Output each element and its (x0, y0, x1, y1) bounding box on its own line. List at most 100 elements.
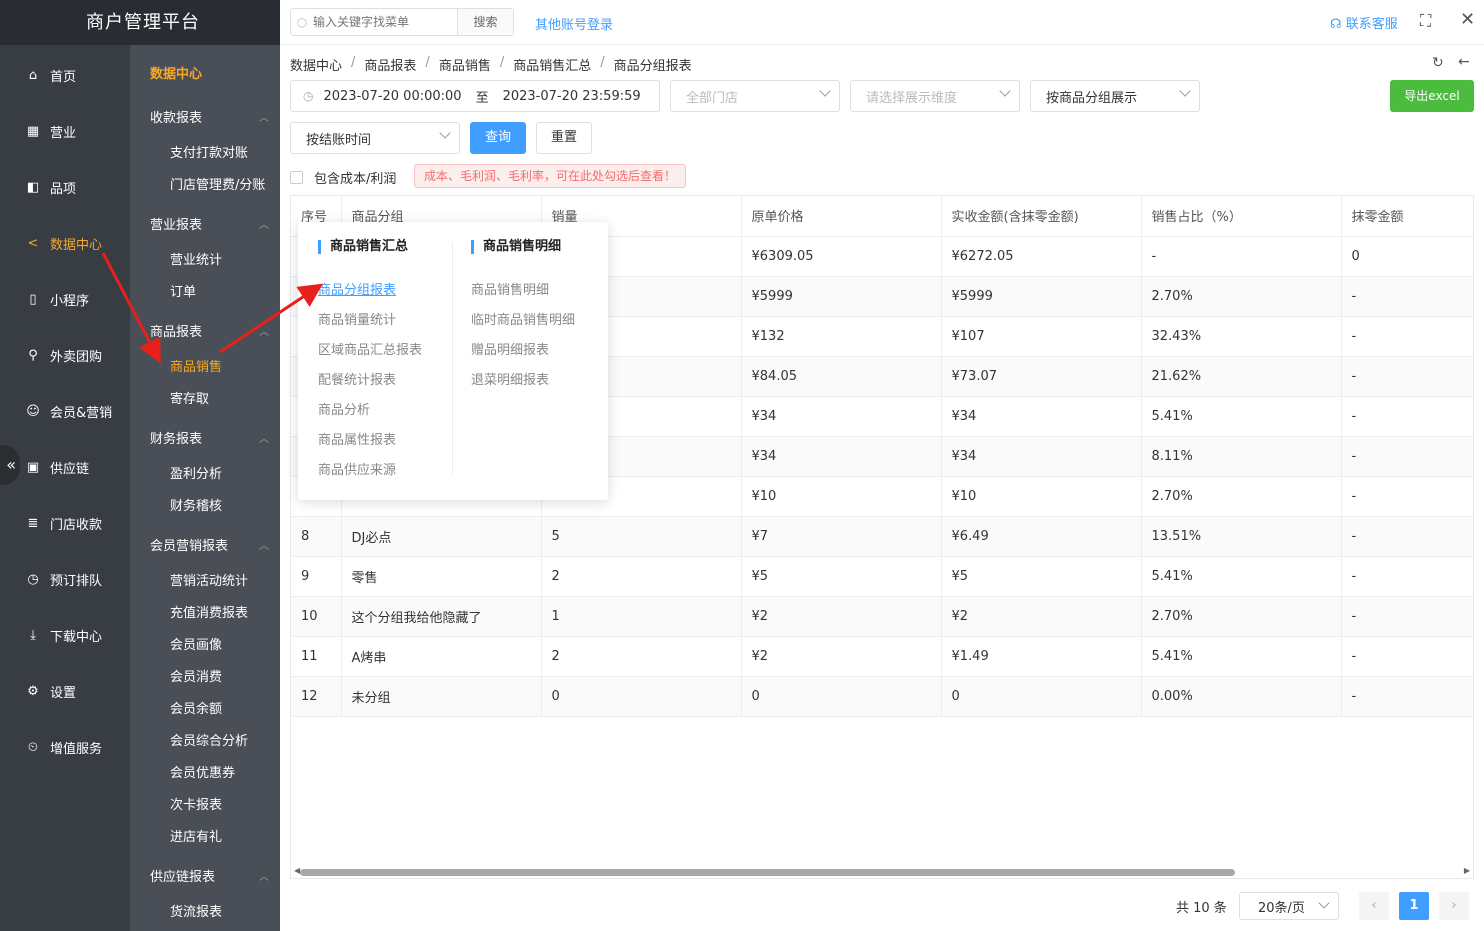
fullscreen-icon[interactable]: ⛶ (1420, 11, 1431, 31)
sidebar-subitem[interactable]: 门店管理费/分账 (170, 174, 265, 193)
next-page-button[interactable]: › (1439, 892, 1469, 920)
sidebar-subitem[interactable]: 盈利分析 (170, 463, 222, 482)
share-icon: < (27, 235, 39, 251)
sidebar-item-label: 下载中心 (50, 629, 103, 645)
include-cost-checkbox[interactable]: 包含成本/利润 (290, 168, 396, 187)
sidebar-item-10[interactable]: ⤓ 下载中心 (0, 607, 130, 663)
sidebar-item-label: 外卖团购 (50, 349, 103, 365)
breadcrumb-item[interactable]: 商品销售 (439, 55, 491, 74)
table-cell: 5 (541, 516, 742, 557)
breadcrumb-item[interactable]: 商品销售汇总 (513, 55, 591, 74)
popup-link[interactable]: 商品供应来源 (318, 456, 422, 486)
group-mode-select[interactable]: 按商品分组展示 (1030, 80, 1200, 112)
table-cell: ¥1.49 (941, 636, 1142, 677)
query-button[interactable]: 查询 (470, 122, 526, 154)
table-cell: A烤串 (341, 636, 542, 677)
sidebar-item-9[interactable]: ◷ 预订排队 (0, 551, 130, 607)
sidebar-subitem[interactable]: 会员余额 (170, 698, 222, 717)
sidebar-subitem[interactable]: 充值消费报表 (170, 602, 248, 621)
download-icon: ⤓ (30, 627, 36, 643)
sidebar-subitem[interactable]: 会员优惠券 (170, 762, 235, 781)
sidebar-subitem[interactable]: 商品销售 (170, 356, 222, 375)
sidebar-subitem[interactable]: 营销活动统计 (170, 570, 248, 589)
reset-button[interactable]: 重置 (536, 122, 592, 154)
page-size-select[interactable]: 20条/页 (1239, 892, 1339, 920)
sidebar-subitem[interactable]: 次卡报表 (170, 794, 222, 813)
breadcrumb-item[interactable]: 商品报表 (364, 55, 416, 74)
scrollbar-thumb[interactable] (300, 869, 1235, 876)
horizontal-scrollbar[interactable]: ◀ ▶ (290, 866, 1474, 878)
sidebar-subitem[interactable]: 营业统计 (170, 249, 222, 268)
export-excel-button[interactable]: 导出excel (1390, 80, 1474, 112)
breadcrumb-item[interactable]: 商品分组报表 (614, 55, 692, 74)
popup-summary-column: 商品销售汇总 商品分组报表 商品销量统计 区域商品汇总报表 配餐统计报表 商品分析 商品属… (318, 240, 422, 486)
popup-detail-title: 商品销售明细 (471, 240, 575, 254)
popup-link[interactable]: 退菜明细报表 (471, 366, 575, 396)
contact-support-link[interactable]: ☊ 联系客服 (1330, 13, 1398, 32)
table-cell: ¥107 (941, 316, 1142, 357)
breadcrumb-item[interactable]: 数据中心 (290, 55, 342, 74)
search-input[interactable] (313, 15, 443, 29)
sidebar-subitem[interactable]: 会员画像 (170, 634, 222, 653)
sidebar-subitem[interactable]: 寄存取 (170, 388, 209, 407)
sidebar-subitem[interactable]: 订单 (170, 281, 196, 300)
sidebar-subitem[interactable]: 会员消费 (170, 666, 222, 685)
checkbox-box[interactable] (290, 171, 303, 184)
time-basis-select[interactable]: 按结账时间 (290, 122, 460, 154)
sidebar-group-2[interactable]: 商品报表 ︿ (150, 321, 275, 340)
table-cell: - (1341, 436, 1473, 477)
refresh-icon[interactable]: ↻ (1432, 55, 1444, 71)
sidebar-subitem[interactable]: 货流报表 (170, 901, 222, 920)
date-range-picker[interactable]: ◷ 2023-07-20 00:00:00 至 2023-07-20 23:59… (290, 80, 660, 112)
breadcrumb-separator: / (600, 55, 605, 70)
table-cell: 1 (541, 596, 742, 637)
popup-link[interactable]: 配餐统计报表 (318, 366, 422, 396)
scroll-right-icon[interactable]: ▶ (1464, 866, 1470, 875)
sidebar-group-4[interactable]: 会员营销报表 ︿ (150, 535, 275, 554)
sidebar-item-4[interactable]: ▯ 小程序 (0, 271, 130, 327)
sidebar-item-3[interactable]: < 数据中心 (0, 215, 130, 271)
sidebar-subitem[interactable]: 会员综合分析 (170, 730, 248, 749)
close-icon[interactable]: ✕ (1460, 9, 1475, 30)
popup-link[interactable]: 商品属性报表 (318, 426, 422, 456)
prev-page-button[interactable]: ‹ (1359, 892, 1389, 920)
sidebar-subitem[interactable]: 支付打款对账 (170, 142, 248, 161)
popup-link[interactable]: 商品分析 (318, 396, 422, 426)
store-select[interactable]: 全部门店 (670, 80, 840, 112)
group-mode-value: 按商品分组展示 (1046, 90, 1138, 106)
sidebar-item-11[interactable]: ⚙ 设置 (0, 663, 130, 719)
dimension-select[interactable]: 请选择展示维度 (850, 80, 1020, 112)
sidebar-item-1[interactable]: ▦ 营业 (0, 103, 130, 159)
sidebar-item-5[interactable]: ⚲ 外卖团购 (0, 327, 130, 383)
sidebar-item-0[interactable]: ⌂ 首页 (0, 47, 130, 103)
back-arrow-icon[interactable]: ← (1458, 54, 1470, 70)
popup-link[interactable]: 临时商品销售明细 (471, 306, 575, 336)
other-account-login-link[interactable]: 其他账号登录 (535, 14, 613, 33)
sidebar-group-1[interactable]: 营业报表 ︿ (150, 214, 275, 233)
popup-link[interactable]: 商品销量统计 (318, 306, 422, 336)
sidebar-group-3[interactable]: 财务报表 ︿ (150, 428, 275, 447)
sidebar-item-8[interactable]: ≣ 门店收款 (0, 495, 130, 551)
sidebar-group-0[interactable]: 收款报表 ︿ (150, 107, 275, 126)
search-button[interactable]: 搜索 (457, 9, 513, 35)
popup-link[interactable]: 商品分组报表 (318, 276, 422, 306)
sidebar-subitem[interactable]: 财务稽核 (170, 495, 222, 514)
chevron-up-icon: ︿ (259, 434, 269, 445)
popup-link[interactable]: 商品销售明细 (471, 276, 575, 306)
popup-link[interactable]: 区域商品汇总报表 (318, 336, 422, 366)
sidebar-group-5[interactable]: 供应链报表 ︿ (150, 866, 275, 885)
table-cell: ¥10 (941, 476, 1142, 517)
table-cell: ¥10 (741, 476, 942, 517)
sidebar-item-2[interactable]: ◧ 品项 (0, 159, 130, 215)
popup-link[interactable]: 赠品明细报表 (471, 336, 575, 366)
sidebar-subitem[interactable]: 进店有礼 (170, 826, 222, 845)
table-cell: - (1141, 236, 1342, 277)
chevron-down-icon (819, 85, 831, 97)
sidebar-item-12[interactable]: ⏲ 增值服务 (0, 719, 130, 775)
chevron-down-icon (1318, 897, 1330, 909)
page-number-current[interactable]: 1 (1399, 892, 1429, 920)
sidebar-item-label: 供应链 (50, 461, 90, 477)
gear-icon: ⚙ (27, 683, 39, 699)
sidebar-item-6[interactable]: ☺ 会员&营销 (0, 383, 130, 439)
column-header: 销售占比（%） (1141, 196, 1342, 237)
